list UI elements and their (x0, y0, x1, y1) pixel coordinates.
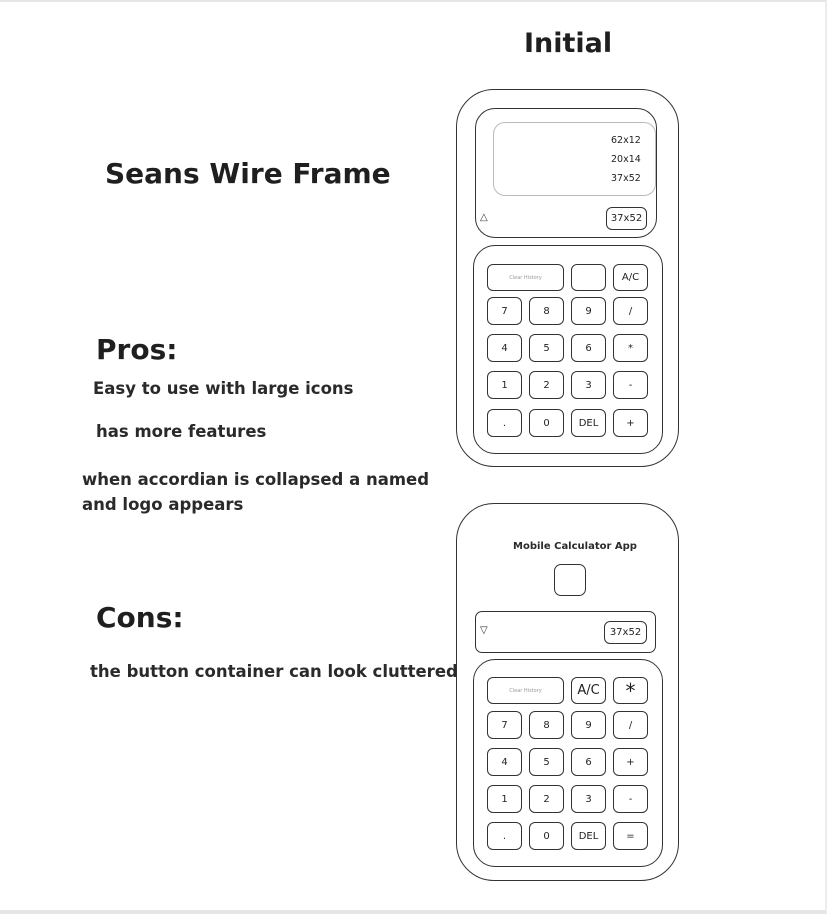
history-entry: 62x12 (611, 135, 641, 146)
key-subtract[interactable]: - (613, 371, 648, 399)
key-0[interactable]: 0 (529, 822, 564, 850)
page-title: Initial (524, 28, 613, 59)
history-entry: 37x52 (611, 173, 641, 184)
key-0[interactable]: 0 (529, 409, 564, 437)
key-7[interactable]: 7 (487, 297, 522, 325)
clear-history-button[interactable]: Clear History (487, 264, 564, 291)
key-9[interactable]: 9 (571, 711, 606, 739)
logo-placeholder (554, 564, 586, 596)
key-5[interactable]: 5 (529, 748, 564, 776)
key-decimal[interactable]: . (487, 822, 522, 850)
clear-all-button[interactable]: A/C (613, 264, 648, 291)
pros-item: has more features (96, 422, 267, 441)
delete-button[interactable]: DEL (571, 822, 606, 850)
pros-note: when accordian is collapsed a named and … (82, 467, 429, 517)
pros-note-line: and logo appears (82, 495, 244, 514)
key-3[interactable]: 3 (571, 785, 606, 813)
cons-heading: Cons: (96, 601, 184, 634)
wireframe-title: Seans Wire Frame (105, 157, 391, 190)
key-decimal[interactable]: . (487, 409, 522, 437)
history-entry: 20x14 (611, 154, 641, 165)
key-multiply[interactable]: * (613, 677, 648, 704)
key-6[interactable]: 6 (571, 334, 606, 362)
key-7[interactable]: 7 (487, 711, 522, 739)
key-divide[interactable]: / (613, 297, 648, 325)
app-name: Mobile Calculator App (513, 541, 637, 552)
key-4[interactable]: 4 (487, 748, 522, 776)
cons-item: the button container can look cluttered (90, 662, 458, 681)
clear-history-button[interactable]: Clear History (487, 677, 564, 704)
key-subtract[interactable]: - (613, 785, 648, 813)
key-4[interactable]: 4 (487, 334, 522, 362)
pros-note-line: when accordian is collapsed a named (82, 470, 430, 489)
key-6[interactable]: 6 (571, 748, 606, 776)
key-add[interactable]: + (613, 409, 648, 437)
down-triangle-icon[interactable]: ▽ (480, 625, 488, 636)
pros-heading: Pros: (96, 333, 178, 366)
pros-item: Easy to use with large icons (93, 379, 354, 398)
key-multiply[interactable]: * (613, 334, 648, 362)
clear-all-button[interactable]: A/C (571, 677, 606, 704)
key-3[interactable]: 3 (571, 371, 606, 399)
delete-button[interactable]: DEL (571, 409, 606, 437)
display-value: 37x52 (604, 621, 647, 644)
key-1[interactable]: 1 (487, 371, 522, 399)
up-triangle-icon[interactable]: △ (480, 212, 488, 223)
key-equals[interactable]: = (613, 822, 648, 850)
key-divide[interactable]: / (613, 711, 648, 739)
key-1[interactable]: 1 (487, 785, 522, 813)
display-value: 37x52 (606, 207, 647, 230)
key-2[interactable]: 2 (529, 785, 564, 813)
key-add[interactable]: + (613, 748, 648, 776)
key-5[interactable]: 5 (529, 334, 564, 362)
canvas-border (0, 0, 827, 914)
key-9[interactable]: 9 (571, 297, 606, 325)
blank-button[interactable] (571, 264, 606, 291)
key-8[interactable]: 8 (529, 297, 564, 325)
key-8[interactable]: 8 (529, 711, 564, 739)
key-2[interactable]: 2 (529, 371, 564, 399)
